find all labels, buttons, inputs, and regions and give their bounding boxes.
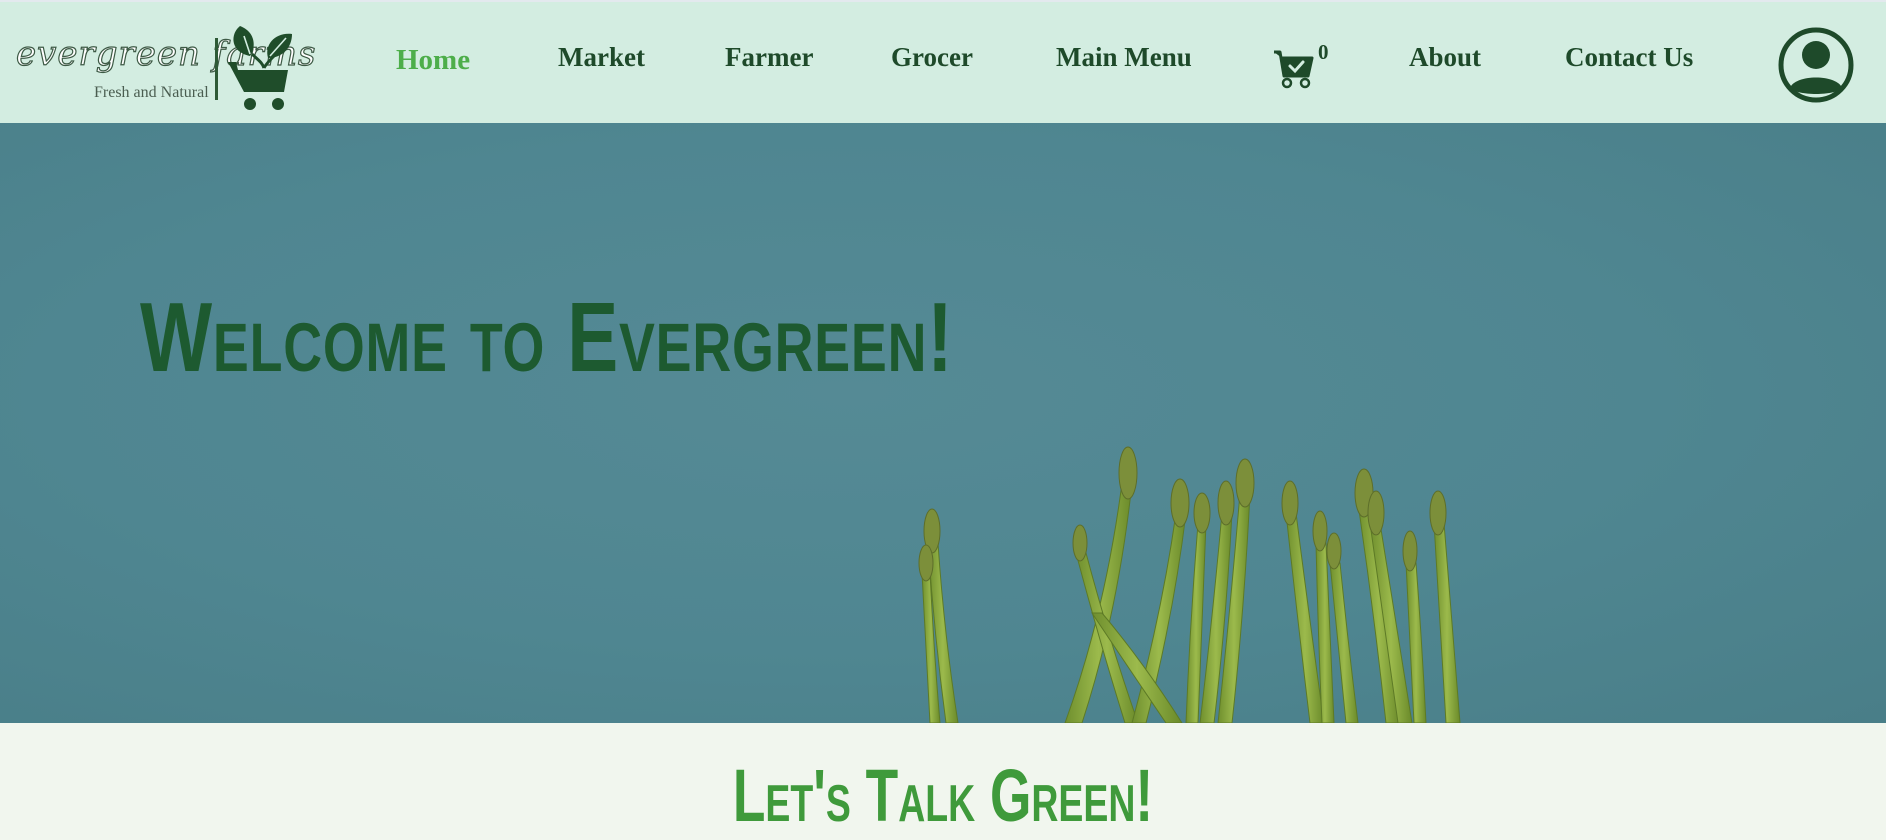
nav-farmer[interactable]: Farmer xyxy=(725,42,813,73)
cart-button[interactable]: 0 xyxy=(1272,40,1332,92)
logo-divider xyxy=(215,38,218,100)
asparagus-image xyxy=(918,446,1461,723)
hero-title: Welcome to Evergreen! xyxy=(140,282,954,392)
navbar: evergreen farms Fresh and Natural Home M… xyxy=(0,0,1886,123)
logo[interactable]: evergreen farms Fresh and Natural xyxy=(14,24,316,114)
nav-market[interactable]: Market xyxy=(558,42,645,73)
plant-cart-icon xyxy=(228,26,292,110)
cart-check-icon xyxy=(1274,50,1314,89)
nav-main-menu[interactable]: Main Menu xyxy=(1056,42,1192,73)
talk-green-section: Let's Talk Green! xyxy=(0,723,1886,840)
nav-grocer[interactable]: Grocer xyxy=(891,42,973,73)
user-account-icon[interactable] xyxy=(1777,26,1855,104)
cart-count-badge: 0 xyxy=(1318,40,1329,64)
nav-home[interactable]: Home xyxy=(396,44,470,77)
section-title: Let's Talk Green! xyxy=(732,754,1154,837)
nav-about[interactable]: About xyxy=(1409,42,1481,73)
nav-contact-us[interactable]: Contact Us xyxy=(1565,42,1693,73)
logo-tagline: Fresh and Natural xyxy=(94,84,209,101)
page: evergreen farms Fresh and Natural Home M… xyxy=(0,0,1886,840)
hero-banner: Welcome to Evergreen! xyxy=(0,123,1886,723)
